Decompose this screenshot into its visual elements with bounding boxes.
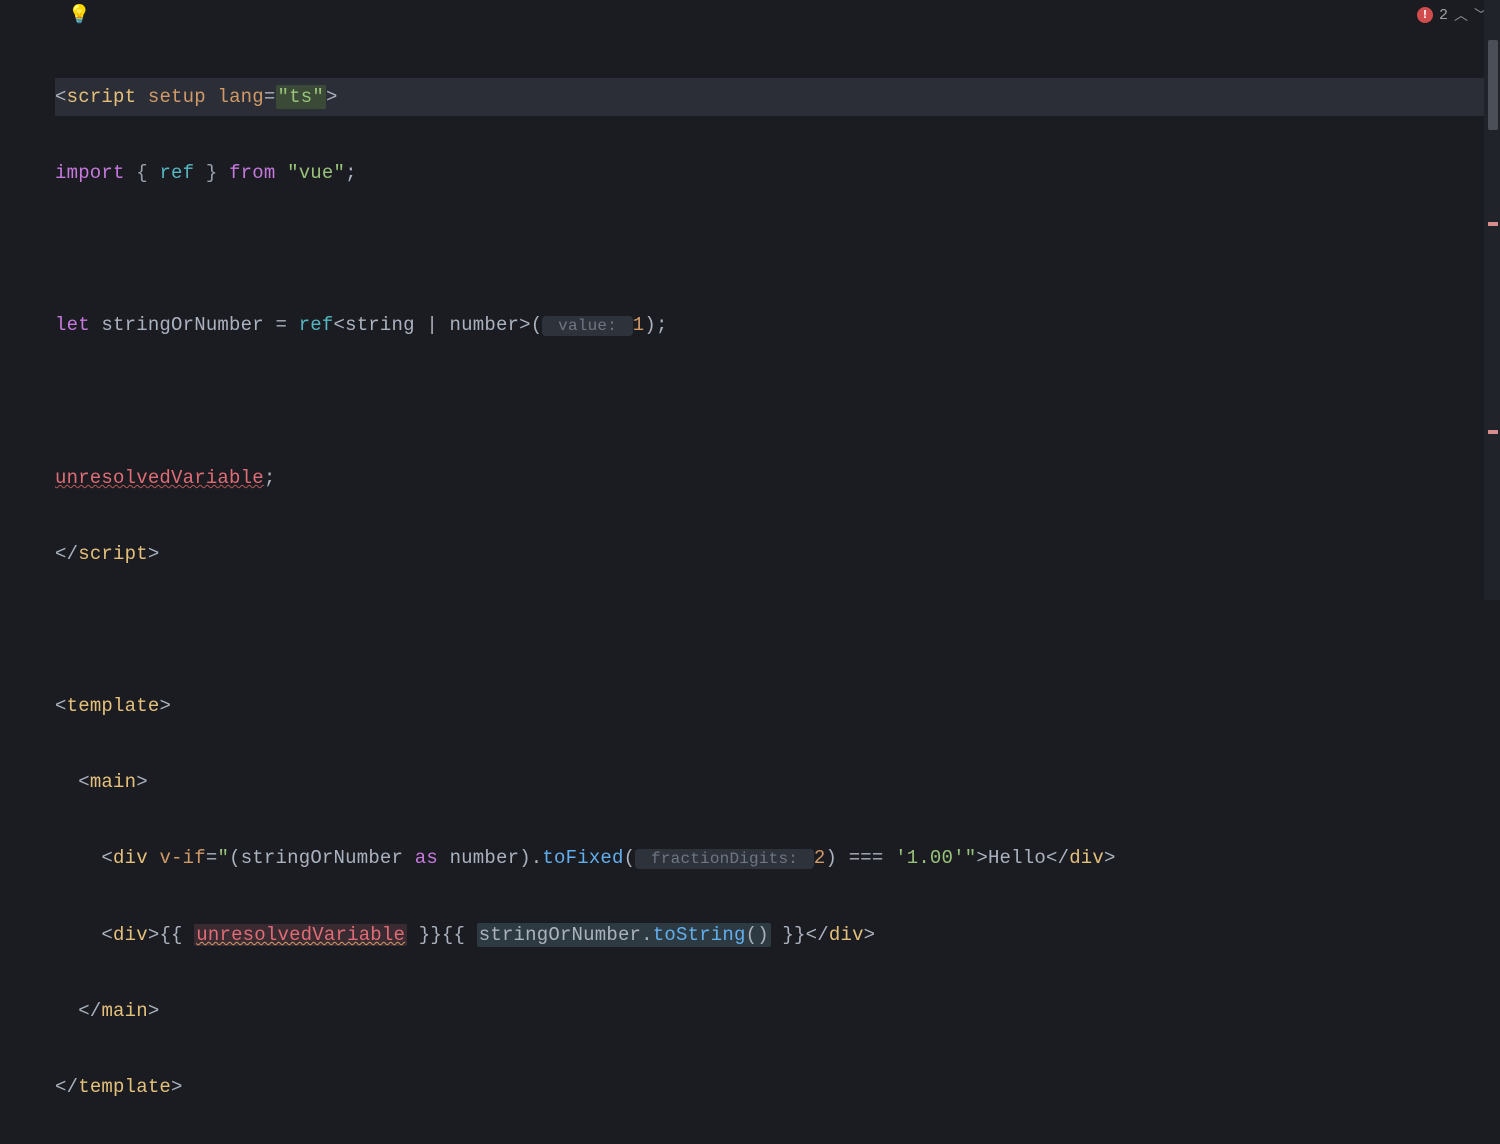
code-line: [55, 230, 1500, 268]
warn-token: unresolvedVariable: [194, 924, 407, 946]
code-line: </script>: [55, 535, 1500, 573]
code-block: <script setup lang="ts"> import { ref } …: [55, 40, 1500, 1144]
error-token: unresolvedVariable: [55, 467, 264, 489]
code-editor[interactable]: <script setup lang="ts"> import { ref } …: [0, 0, 1500, 600]
code-line: </main>: [55, 992, 1500, 1030]
inlay-hint: value:: [542, 316, 632, 336]
code-line: <div v-if="(stringOrNumber as number).to…: [55, 839, 1500, 878]
code-line: [55, 611, 1500, 649]
code-line: unresolvedVariable;: [55, 459, 1500, 497]
code-line: </template>: [55, 1068, 1500, 1106]
code-line: <main>: [55, 763, 1500, 801]
scrollbar-thumb[interactable]: [1488, 40, 1498, 130]
code-line: [55, 383, 1500, 421]
code-line: <div>{{ unresolvedVariable }}{{ stringOr…: [55, 916, 1500, 954]
error-marker[interactable]: [1488, 430, 1498, 434]
scrollbar[interactable]: [1484, 0, 1500, 600]
code-line: <script setup lang="ts">: [55, 78, 1500, 116]
code-line: let stringOrNumber = ref<string | number…: [55, 306, 1500, 345]
error-marker[interactable]: [1488, 222, 1498, 226]
code-line: <template>: [55, 687, 1500, 725]
code-line: import { ref } from "vue";: [55, 154, 1500, 192]
inlay-hint: fractionDigits:: [635, 849, 814, 869]
